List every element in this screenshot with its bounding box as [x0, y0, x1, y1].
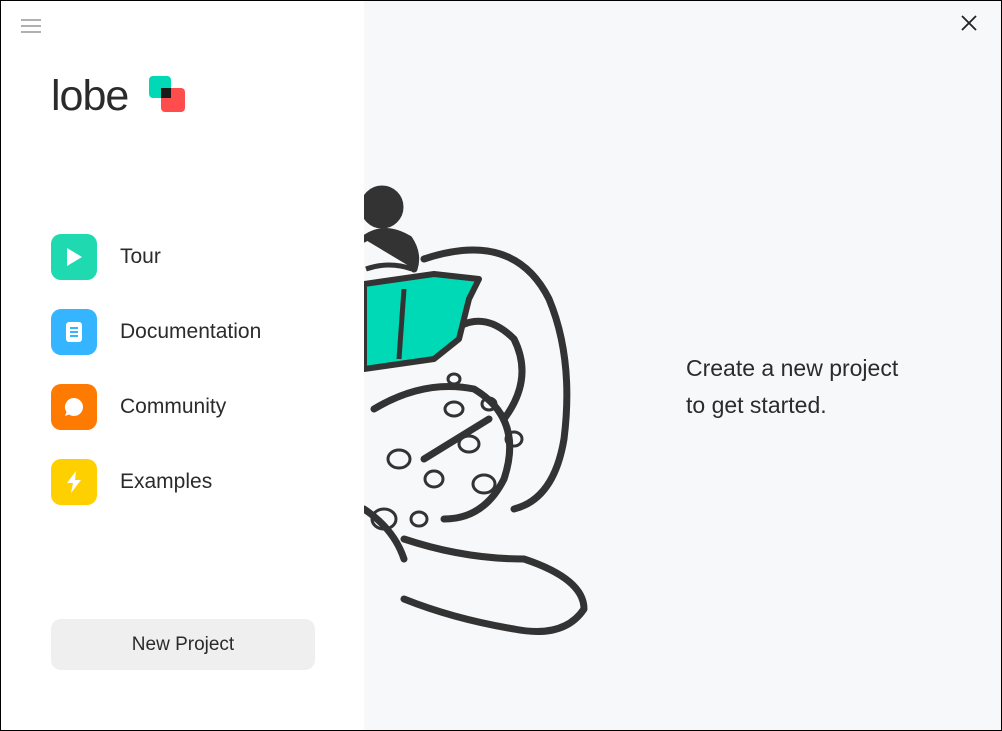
sidebar-item-label: Tour [120, 245, 161, 268]
app-window: lobe Tour Documentation Community Exampl… [0, 0, 1002, 731]
prompt-line-1: Create a new project [686, 355, 899, 381]
reading-person-illustration [364, 185, 588, 635]
empty-state-message: Create a new project to get started. [686, 350, 946, 424]
sidebar-item-documentation[interactable]: Documentation [51, 309, 331, 355]
sidebar-item-label: Examples [120, 470, 213, 493]
close-icon[interactable] [959, 13, 979, 33]
prompt-line-2: to get started. [686, 392, 827, 418]
new-project-button[interactable]: New Project [51, 619, 315, 670]
sidebar: lobe Tour Documentation Community Exampl… [1, 1, 364, 730]
logo-mark-icon [149, 76, 185, 112]
chat-bubble-icon [51, 384, 97, 430]
sidebar-item-label: Community [120, 395, 227, 418]
sidebar-item-community[interactable]: Community [51, 384, 331, 430]
play-icon [51, 234, 97, 280]
sidebar-item-label: Documentation [120, 320, 262, 343]
sidebar-item-examples[interactable]: Examples [51, 459, 331, 505]
main-panel: Create a new project to get started. [364, 1, 1001, 730]
sidebar-item-tour[interactable]: Tour [51, 234, 331, 280]
logo-text: lobe [51, 72, 129, 120]
document-icon [51, 309, 97, 355]
lightning-icon [51, 459, 97, 505]
menu-icon[interactable] [21, 17, 41, 35]
